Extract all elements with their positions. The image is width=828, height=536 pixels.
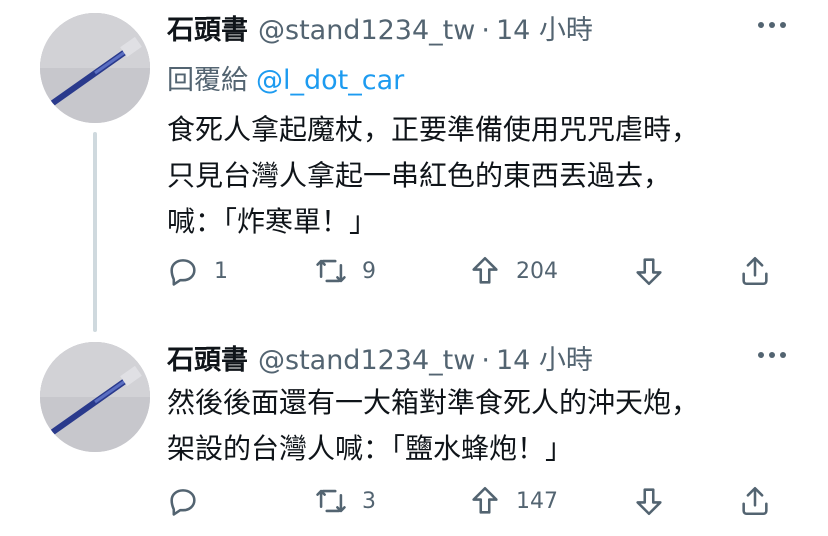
- timestamp[interactable]: 14 小時: [496, 338, 593, 377]
- retweet-count: 3: [362, 488, 376, 514]
- retweet-button[interactable]: 3: [314, 484, 376, 518]
- reply-bubble-icon: [170, 489, 196, 516]
- downvote-button[interactable]: [632, 484, 666, 518]
- like-count: 204: [516, 258, 558, 284]
- downvote-arrow-icon: [636, 258, 662, 286]
- reply-prefix: 回覆給: [167, 65, 248, 96]
- share-button[interactable]: [738, 484, 772, 518]
- user-handle[interactable]: @stand1234_tw: [258, 15, 475, 46]
- user-handle[interactable]: @stand1234_tw: [258, 345, 475, 376]
- reply-bubble-icon: [170, 259, 196, 286]
- action-bar: 3 147: [160, 482, 800, 522]
- tweet-line: 然後後面還有一大箱對準食死人的沖天炮，: [167, 386, 700, 419]
- retweet-icon: [316, 259, 346, 283]
- display-name[interactable]: 石頭書: [167, 8, 248, 47]
- more-dots-icon[interactable]: [752, 343, 792, 367]
- upvote-arrow-icon: [472, 256, 498, 284]
- tweet-text: 食死人拿起魔杖，正要準備使用咒咒虐時， 只見台灣人拿起一串紅色的東西丟過去， 喊…: [167, 107, 787, 245]
- replying-to: 回覆給 @l_dot_car: [167, 58, 404, 97]
- reply-button[interactable]: 1: [166, 254, 228, 288]
- share-icon: [742, 256, 768, 286]
- tweet-header: 石頭書 @stand1234_tw · 14 小時: [167, 8, 593, 47]
- reply-count: 1: [214, 258, 228, 284]
- tweet-line: 食死人拿起魔杖，正要準備使用咒咒虐時，: [167, 113, 700, 146]
- separator-dot: ·: [481, 345, 490, 376]
- downvote-arrow-icon: [636, 488, 662, 516]
- like-count: 147: [516, 488, 558, 514]
- retweet-button[interactable]: 9: [314, 254, 376, 288]
- tweet-header: 石頭書 @stand1234_tw · 14 小時: [167, 338, 593, 377]
- tweet-line: 架設的台灣人喊：「鹽水蜂炮！」: [167, 432, 574, 465]
- tweet-line: 只見台灣人拿起一串紅色的東西丟過去，: [167, 159, 672, 192]
- share-button[interactable]: [738, 254, 772, 288]
- tweet-text: 然後後面還有一大箱對準食死人的沖天炮， 架設的台灣人喊：「鹽水蜂炮！」: [167, 380, 787, 472]
- more-dots-icon[interactable]: [752, 13, 792, 37]
- downvote-button[interactable]: [632, 254, 666, 288]
- timestamp[interactable]: 14 小時: [496, 8, 593, 47]
- avatar-image: [40, 13, 150, 123]
- thread-line: [93, 132, 97, 332]
- avatar-image: [40, 342, 150, 452]
- retweet-count: 9: [362, 258, 376, 284]
- reply-button[interactable]: [166, 484, 214, 518]
- avatar[interactable]: [40, 342, 150, 452]
- upvote-button[interactable]: 204: [468, 254, 558, 288]
- tweet-2[interactable]: 石頭書 @stand1234_tw · 14 小時 然後後面還有一大箱對準食死人…: [0, 330, 828, 536]
- upvote-arrow-icon: [472, 486, 498, 514]
- retweet-icon: [316, 489, 346, 513]
- display-name[interactable]: 石頭書: [167, 338, 248, 377]
- tweet-line: 喊：「炸寒單！」: [167, 205, 378, 238]
- reply-mention-link[interactable]: @l_dot_car: [256, 65, 404, 96]
- separator-dot: ·: [481, 15, 490, 46]
- avatar[interactable]: [40, 13, 150, 123]
- share-icon: [742, 486, 768, 516]
- action-bar: 1 9 204: [160, 252, 800, 292]
- upvote-button[interactable]: 147: [468, 484, 558, 518]
- tweet-1[interactable]: 石頭書 @stand1234_tw · 14 小時 回覆給 @l_dot_car …: [0, 0, 828, 332]
